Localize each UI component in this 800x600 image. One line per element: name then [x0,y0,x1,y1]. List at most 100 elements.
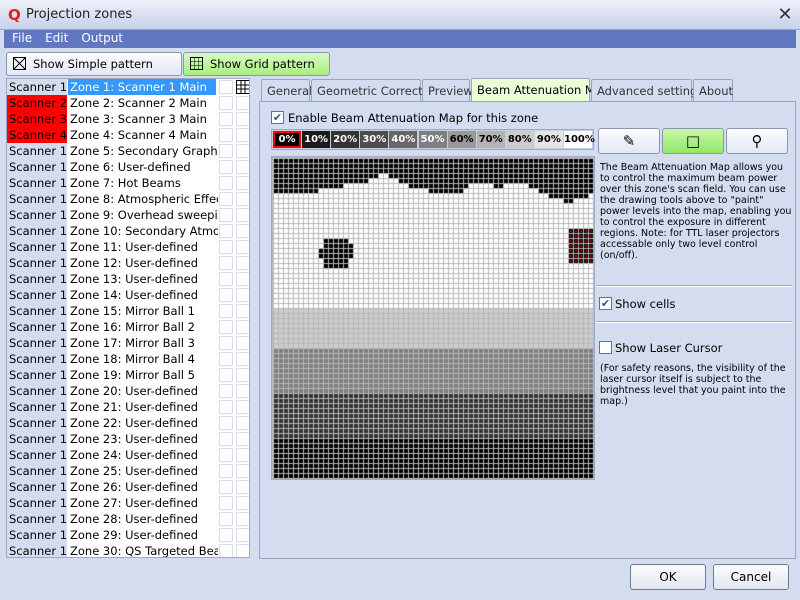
rectangle-tool-button[interactable]: □ [662,128,724,154]
zone-simple-pattern-toggle[interactable] [219,128,233,142]
zone-grid-pattern-toggle[interactable] [236,240,249,254]
zone-simple-pattern-toggle[interactable] [219,432,233,446]
menu-file[interactable]: File [4,30,37,45]
zone-row[interactable]: Scanner 3 Zone 3: Scanner 3 Main [7,111,249,127]
zone-simple-pattern-toggle[interactable] [219,224,233,238]
zone-simple-pattern-toggle[interactable] [219,400,233,414]
zone-grid-pattern-toggle[interactable] [236,128,249,142]
level-swatch[interactable]: 100% [564,131,595,148]
level-swatch[interactable]: 80% [505,131,534,148]
zone-simple-pattern-toggle[interactable] [219,208,233,222]
zone-simple-pattern-toggle[interactable] [219,384,233,398]
zone-simple-pattern-toggle[interactable] [219,544,233,557]
zone-simple-pattern-toggle[interactable] [219,480,233,494]
zone-grid-pattern-toggle[interactable] [236,464,249,478]
zone-simple-pattern-toggle[interactable] [219,96,233,110]
zone-row[interactable]: Scanner 1 Zone 7: Hot Beams [7,175,249,191]
eyedropper-tool-button[interactable]: ⚲ [726,128,788,154]
zone-row[interactable]: Scanner 1 Zone 10: Secondary Atmospheric [7,223,249,239]
zone-simple-pattern-toggle[interactable] [219,176,233,190]
zone-grid-pattern-toggle[interactable] [236,272,249,286]
zone-simple-pattern-toggle[interactable] [219,336,233,350]
zone-simple-pattern-toggle[interactable] [219,368,233,382]
zone-simple-pattern-toggle[interactable] [219,416,233,430]
zone-grid-pattern-toggle[interactable] [236,512,249,526]
zone-row[interactable]: Scanner 1 Zone 13: User-defined [7,271,249,287]
zone-simple-pattern-toggle[interactable] [219,512,233,526]
zone-simple-pattern-toggle[interactable] [219,288,233,302]
zone-row[interactable]: Scanner 1 Zone 25: User-defined [7,463,249,479]
attenuation-map-canvas[interactable] [271,156,595,480]
zone-grid-pattern-toggle[interactable] [236,336,249,350]
zone-row[interactable]: Scanner 1 Zone 22: User-defined [7,415,249,431]
tab-beam-attenuation-map[interactable]: Beam Attenuation Map [471,78,609,102]
tab-advanced-settings[interactable]: Advanced settings [591,79,703,102]
zone-simple-pattern-toggle[interactable] [219,112,233,126]
tab-preview[interactable]: Preview [422,79,473,102]
show-laser-cursor-checkbox[interactable] [599,341,612,354]
zone-row[interactable]: Scanner 1 Zone 17: Mirror Ball 3 [7,335,249,351]
zone-simple-pattern-toggle[interactable] [219,496,233,510]
zone-row[interactable]: Scanner 1 Zone 5: Secondary Graphics [7,143,249,159]
zone-grid-pattern-toggle[interactable] [236,208,249,222]
zone-simple-pattern-toggle[interactable] [219,256,233,270]
zone-simple-pattern-toggle[interactable] [219,192,233,206]
zone-simple-pattern-toggle[interactable] [219,448,233,462]
zone-simple-pattern-toggle[interactable] [219,240,233,254]
zone-simple-pattern-toggle[interactable] [219,160,233,174]
show-cells-checkbox[interactable]: ✔ [599,297,612,310]
tab-geometric-correction[interactable]: Geometric Correction [311,79,440,102]
zone-simple-pattern-toggle[interactable] [219,528,233,542]
zone-row[interactable]: Scanner 1 Zone 6: User-defined [7,159,249,175]
zone-row[interactable]: Scanner 1 Zone 30: QS Targeted Beams [7,543,249,557]
zone-grid-pattern-toggle[interactable] [236,192,249,206]
zone-row[interactable]: Scanner 1 Zone 16: Mirror Ball 2 [7,319,249,335]
zone-list[interactable]: Scanner 1 Zone 1: Scanner 1 Main Scanner… [6,78,250,558]
zone-grid-pattern-toggle[interactable] [236,400,249,414]
zone-grid-pattern-toggle[interactable] [236,256,249,270]
level-swatch[interactable]: 60% [447,131,476,148]
zone-simple-pattern-toggle[interactable] [219,80,233,94]
zone-grid-pattern-toggle[interactable] [236,496,249,510]
close-icon[interactable]: ✕ [774,4,796,26]
zone-grid-pattern-toggle[interactable] [236,544,249,557]
level-swatch[interactable]: 70% [476,131,505,148]
zone-grid-pattern-toggle[interactable] [236,432,249,446]
zone-row[interactable]: Scanner 1 Zone 9: Overhead sweeping beam… [7,207,249,223]
zone-row[interactable]: Scanner 1 Zone 1: Scanner 1 Main [7,79,249,95]
zone-simple-pattern-toggle[interactable] [219,352,233,366]
zone-grid-pattern-toggle[interactable] [236,160,249,174]
zone-simple-pattern-toggle[interactable] [219,304,233,318]
zone-grid-pattern-toggle[interactable] [236,80,249,94]
zone-row[interactable]: Scanner 1 Zone 18: Mirror Ball 4 [7,351,249,367]
zone-row[interactable]: Scanner 1 Zone 19: Mirror Ball 5 [7,367,249,383]
ok-button[interactable]: OK [630,564,706,590]
zone-grid-pattern-toggle[interactable] [236,352,249,366]
zone-grid-pattern-toggle[interactable] [236,96,249,110]
zone-row[interactable]: Scanner 1 Zone 26: User-defined [7,479,249,495]
tab-about[interactable]: About [693,79,733,102]
pencil-tool-button[interactable]: ✎ [598,128,660,154]
zone-row[interactable]: Scanner 1 Zone 24: User-defined [7,447,249,463]
zone-grid-pattern-toggle[interactable] [236,224,249,238]
zone-row[interactable]: Scanner 1 Zone 29: User-defined [7,527,249,543]
level-swatch[interactable]: 20% [331,131,360,148]
level-swatch[interactable]: 10% [302,131,331,148]
cancel-button[interactable]: Cancel [713,564,789,590]
menu-output[interactable]: Output [73,30,128,45]
level-swatch[interactable]: 90% [534,131,563,148]
zone-grid-pattern-toggle[interactable] [236,480,249,494]
zone-row[interactable]: Scanner 1 Zone 23: User-defined [7,431,249,447]
zone-row[interactable]: Scanner 1 Zone 20: User-defined [7,383,249,399]
zone-grid-pattern-toggle[interactable] [236,528,249,542]
zone-row[interactable]: Scanner 1 Zone 14: User-defined [7,287,249,303]
zone-simple-pattern-toggle[interactable] [219,272,233,286]
show-grid-pattern-button[interactable]: Show Grid pattern [183,52,330,76]
zone-grid-pattern-toggle[interactable] [236,176,249,190]
level-swatch[interactable]: 50% [418,131,447,148]
zone-grid-pattern-toggle[interactable] [236,112,249,126]
zone-simple-pattern-toggle[interactable] [219,320,233,334]
zone-row[interactable]: Scanner 1 Zone 21: User-defined [7,399,249,415]
zone-row[interactable]: Scanner 1 Zone 11: User-defined [7,239,249,255]
zone-row[interactable]: Scanner 4 Zone 4: Scanner 4 Main [7,127,249,143]
